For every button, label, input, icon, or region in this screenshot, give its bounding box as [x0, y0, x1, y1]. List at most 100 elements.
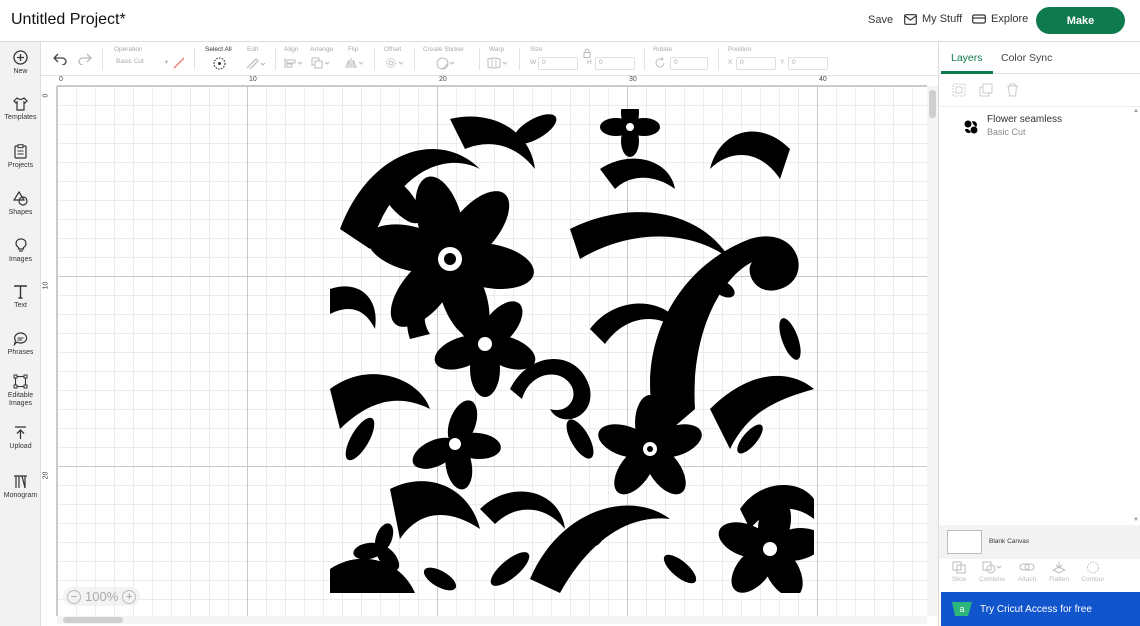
sticker-icon[interactable]: [436, 57, 456, 70]
active-tab-indicator: [941, 71, 993, 74]
project-title[interactable]: Untitled Project*: [11, 11, 126, 29]
sidebar-item-editable-images[interactable]: Editable Images: [0, 374, 41, 408]
height-input[interactable]: 0: [595, 57, 635, 70]
rotate-icon[interactable]: [654, 57, 666, 69]
vertical-scrollbar[interactable]: [927, 86, 938, 616]
rotate-input[interactable]: 0: [670, 57, 708, 70]
my-stuff-button[interactable]: My Stuff: [904, 13, 962, 25]
envelope-icon: [904, 13, 917, 25]
svg-text:a: a: [959, 604, 964, 614]
flip-label: Flip: [348, 46, 359, 53]
sidebar-item-phrases[interactable]: Phrases: [0, 332, 41, 357]
panel-scrollbar[interactable]: ▲ ▼: [1131, 108, 1140, 523]
zoom-control: − 100% +: [63, 587, 141, 606]
contour-icon: [1087, 561, 1099, 574]
left-sidebar: New Templates Projects Shapes Images Tex…: [0, 42, 41, 626]
toolbar-divider: [275, 48, 276, 70]
layer-text: Flower seamless Basic Cut: [987, 114, 1062, 137]
lock-icon[interactable]: [583, 48, 591, 58]
tab-color-sync[interactable]: Color Sync: [1001, 52, 1052, 64]
attach-icon: [1019, 563, 1035, 571]
lightbulb-icon: [14, 238, 27, 252]
create-sticker-group: Create Sticker: [423, 46, 464, 53]
edit-label: Edit: [247, 46, 259, 53]
slice-button[interactable]: Slice: [944, 561, 974, 583]
scroll-up-icon[interactable]: ▲: [1133, 108, 1139, 114]
position-y-input[interactable]: 0: [788, 57, 828, 70]
ruler-mark: 20: [439, 76, 447, 83]
ruler-mark: 40: [819, 76, 827, 83]
scrollbar-thumb[interactable]: [929, 90, 936, 118]
blank-canvas-row[interactable]: Blank Canvas: [939, 525, 1140, 559]
offset-icon[interactable]: [385, 57, 405, 69]
rotate-group: Rotate: [653, 46, 672, 53]
contour-button[interactable]: Contour: [1078, 561, 1108, 583]
design-space-window: Untitled Project* Save My Stuff Explore …: [0, 0, 1140, 626]
blank-canvas-swatch[interactable]: [947, 530, 982, 554]
vertical-ruler: 0 10 20: [41, 86, 57, 616]
rotate-value: 0: [674, 59, 678, 66]
flower-seamless-image[interactable]: [330, 109, 814, 593]
sidebar-item-monogram[interactable]: Monogram: [0, 475, 41, 500]
size-w-label: W: [530, 59, 537, 66]
flatten-label: Flatten: [1049, 576, 1069, 583]
sidebar-item-label: Images: [9, 256, 32, 263]
operation-select[interactable]: Basic Cut ▾: [113, 57, 169, 70]
sidebar-item-shapes[interactable]: Shapes: [0, 191, 41, 217]
cricut-access-banner[interactable]: a Try Cricut Access for free: [941, 592, 1140, 626]
toolbar-divider: [414, 48, 415, 70]
sidebar-item-text[interactable]: Text: [0, 285, 41, 310]
attach-label: Attach: [1017, 576, 1037, 583]
trash-icon[interactable]: [1006, 83, 1019, 97]
select-all-group[interactable]: Select All: [205, 46, 232, 53]
contour-label: Contour: [1081, 576, 1105, 583]
sidebar-item-label: Projects: [7, 162, 34, 169]
make-button[interactable]: Make: [1036, 7, 1125, 34]
layer-thumbnail: [963, 119, 979, 135]
ruler-mark: 10: [42, 281, 50, 290]
edit-icon[interactable]: [246, 57, 266, 69]
zoom-out-button[interactable]: −: [67, 589, 81, 604]
shapes-icon: [13, 191, 28, 206]
flatten-button[interactable]: Flatten: [1044, 561, 1074, 583]
horizontal-scrollbar[interactable]: [57, 616, 927, 624]
zoom-in-button[interactable]: +: [122, 589, 137, 604]
position-x-value: 0: [740, 59, 744, 66]
sidebar-item-new[interactable]: New: [0, 50, 41, 76]
layer-item[interactable]: Flower seamless Basic Cut: [963, 114, 1062, 137]
ruler-mark: 0: [59, 76, 63, 83]
tab-layers[interactable]: Layers: [951, 52, 983, 64]
scroll-down-icon[interactable]: ▼: [1133, 517, 1139, 523]
toolbar-divider: [519, 48, 520, 70]
bottom-tools-bar: Slice Combine Attach Flatten Contour: [939, 559, 1140, 591]
pen-color-icon[interactable]: [173, 57, 185, 69]
duplicate-icon[interactable]: [979, 83, 993, 97]
explore-button[interactable]: Explore: [972, 13, 1028, 25]
cricut-access-icon: a: [952, 602, 972, 616]
select-all-icon[interactable]: [213, 57, 226, 70]
undo-icon[interactable]: [53, 53, 67, 65]
flip-icon[interactable]: [345, 57, 365, 69]
toolbar-divider: [102, 48, 103, 70]
sidebar-item-label: Monogram: [3, 492, 38, 499]
position-x-input[interactable]: 0: [736, 57, 776, 70]
sidebar-item-templates[interactable]: Templates: [0, 97, 41, 122]
ruler-mark: 10: [249, 76, 257, 83]
chevron-down-icon: ▾: [164, 59, 168, 66]
group-icon[interactable]: [952, 83, 966, 97]
width-input[interactable]: 0: [538, 57, 578, 70]
align-icon[interactable]: [284, 57, 304, 69]
scrollbar-thumb[interactable]: [63, 617, 123, 623]
shirt-icon: [13, 97, 28, 111]
clipboard-icon: [14, 144, 27, 159]
save-button[interactable]: Save: [868, 14, 893, 26]
sidebar-item-upload[interactable]: Upload: [0, 426, 41, 451]
warp-icon[interactable]: [487, 57, 509, 69]
redo-icon[interactable]: [78, 53, 92, 65]
arrange-icon[interactable]: [311, 57, 331, 69]
attach-button[interactable]: Attach: [1012, 561, 1042, 583]
flatten-icon: [1052, 562, 1066, 574]
sidebar-item-projects[interactable]: Projects: [0, 144, 41, 170]
combine-button[interactable]: Combine: [977, 561, 1007, 583]
sidebar-item-images[interactable]: Images: [0, 238, 41, 264]
